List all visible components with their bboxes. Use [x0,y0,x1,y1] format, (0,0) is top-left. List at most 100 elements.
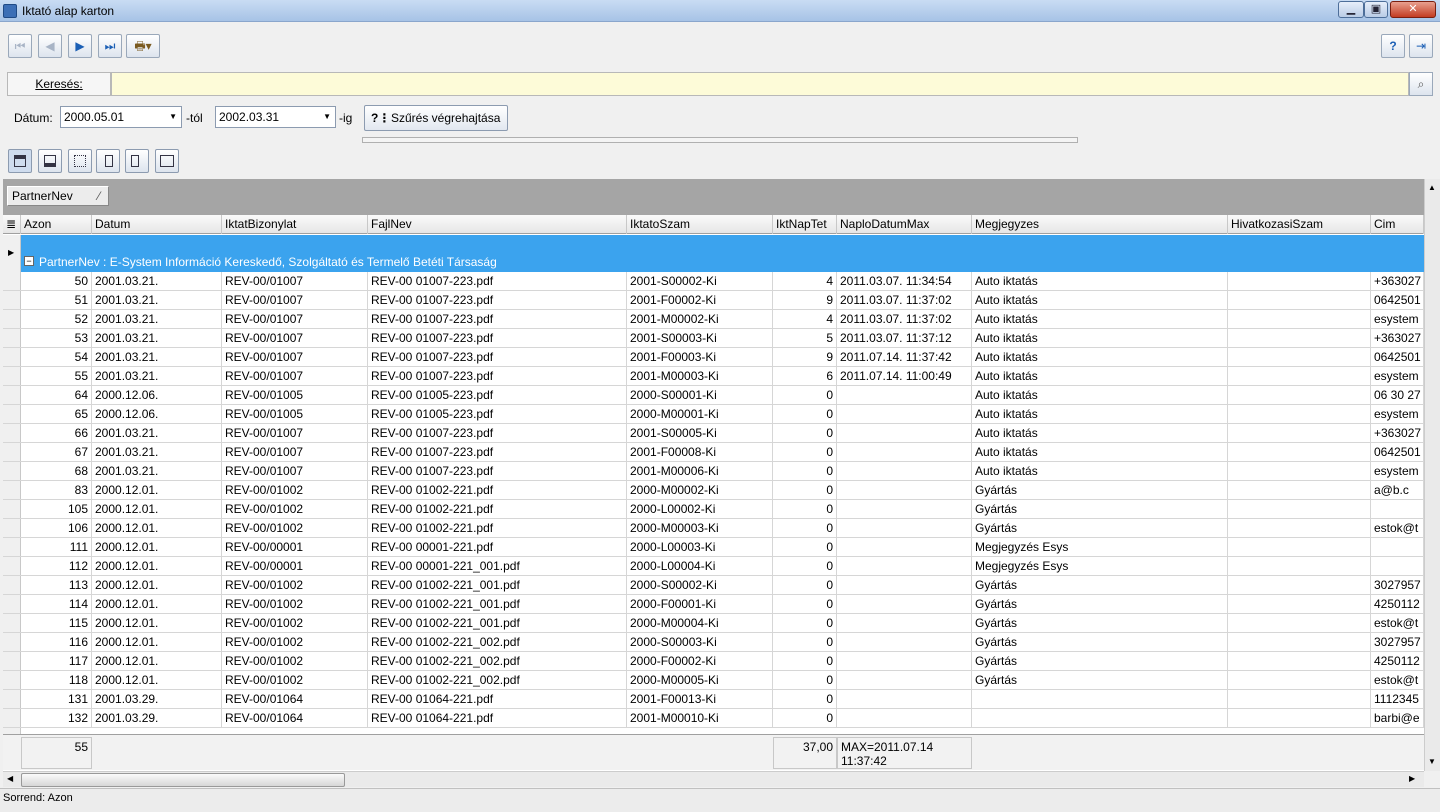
date-from-select[interactable]: 2000.05.01 ▼ [60,106,182,128]
cell-megjegyzes: Gyártás [972,519,1228,538]
cell-azon: 54 [21,348,92,367]
table-row[interactable]: 132 2001.03.29. REV-00/01064 REV-00 01064-2… [3,709,1424,728]
scroll-down-icon[interactable]: ▼ [1428,757,1436,766]
help-button[interactable]: ? [1381,34,1405,58]
cell-iktatoszam: 2000-M00005-Ki [627,671,773,690]
minimize-button[interactable]: ▁ [1338,1,1364,18]
table-row[interactable]: 64 2000.12.06. REV-00/01005 REV-00 01005-22… [3,386,1424,405]
apply-filter-button[interactable]: ?⋮ Szűrés végrehajtása [364,105,508,131]
table-row[interactable]: 65 2000.12.06. REV-00/01005 REV-00 01005-22… [3,405,1424,424]
column-options-icon[interactable]: ≣ [3,215,21,234]
exit-button[interactable]: ⇥ [1409,34,1433,58]
table-row[interactable]: 66 2001.03.21. REV-00/01007 REV-00 01007-22… [3,424,1424,443]
cell-iktnaptet: 4 [773,310,837,329]
column-header-fajlnev[interactable]: FajlNev [368,215,627,234]
table-row[interactable]: 54 2001.03.21. REV-00/01007 REV-00 01007-22… [3,348,1424,367]
column-header-iktatoszam[interactable]: IktatoSzam [627,215,773,234]
cell-datum: 2000.12.01. [92,633,222,652]
table-row[interactable]: 50 2001.03.21. REV-00/01007 REV-00 01007-22… [3,272,1424,291]
group-panel-toggle-button[interactable] [8,149,32,173]
maximize-button[interactable]: ▣ [1364,1,1388,18]
cell-fajlnev: REV-00 01007-223.pdf [368,424,627,443]
cell-iktatbizonylat: REV-00/01007 [222,367,368,386]
column-chooser-button[interactable] [155,149,179,173]
column-header-iktatbizonylat[interactable]: IktatBizonylat [222,215,368,234]
table-row[interactable]: 106 2000.12.01. REV-00/01002 REV-00 01002-2… [3,519,1424,538]
expand-groups-button[interactable] [125,149,149,173]
table-row[interactable]: 131 2001.03.29. REV-00/01064 REV-00 01064-2… [3,690,1424,709]
cell-hivatkozasiszam [1228,481,1371,500]
table-row[interactable]: 83 2000.12.01. REV-00/01002 REV-00 01002-22… [3,481,1424,500]
search-input[interactable] [111,72,1409,96]
cell-datum: 2001.03.21. [92,367,222,386]
scroll-up-icon[interactable]: ▲ [1428,183,1436,192]
cell-iktnaptet: 0 [773,405,837,424]
column-header-hivatkozasiszam[interactable]: HivatkozasiSzam [1228,215,1371,234]
table-row[interactable]: 112 2000.12.01. REV-00/00001 REV-00 00001-2… [3,557,1424,576]
column-header-naplodatummax[interactable]: NaploDatumMax [837,215,972,234]
table-row[interactable]: 111 2000.12.01. REV-00/00001 REV-00 00001-2… [3,538,1424,557]
cell-iktnaptet: 0 [773,519,837,538]
grid-lines-button[interactable] [68,149,92,173]
cell-naplodatummax [837,709,972,728]
table-row[interactable]: 51 2001.03.21. REV-00/01007 REV-00 01007-22… [3,291,1424,310]
column-header-megjegyzes[interactable]: Megjegyzes [972,215,1228,234]
cell-megjegyzes: Auto iktatás [972,367,1228,386]
search-button[interactable]: ⌕ [1409,72,1433,96]
group-row[interactable]: − PartnerNev : E-System Információ Keres… [21,235,1424,272]
last-record-button[interactable]: ⏭ [98,34,122,58]
panel-splitter[interactable] [362,137,1078,143]
footer-sum: 37,00 [773,737,837,769]
column-header-iktnaptet[interactable]: IktNapTet [773,215,837,234]
column-header-cim[interactable]: Cim [1371,215,1424,234]
cell-cim [1371,500,1424,519]
cell-megjegyzes: Auto iktatás [972,424,1228,443]
table-row[interactable]: 115 2000.12.01. REV-00/01002 REV-00 01002-2… [3,614,1424,633]
cell-iktatbizonylat: REV-00/01002 [222,633,368,652]
group-chip-partnernev[interactable]: PartnerNev ⁄ [7,186,109,206]
next-record-button[interactable]: ▶ [68,34,92,58]
scroll-right-icon[interactable]: ▶ [1409,774,1415,783]
table-row[interactable]: 117 2000.12.01. REV-00/01002 REV-00 01002-2… [3,652,1424,671]
cell-naplodatummax [837,386,972,405]
table-row[interactable]: 55 2001.03.21. REV-00/01007 REV-00 01007-22… [3,367,1424,386]
cell-datum: 2001.03.21. [92,272,222,291]
cell-megjegyzes: Auto iktatás [972,462,1228,481]
table-row[interactable]: 105 2000.12.01. REV-00/01002 REV-00 01002-2… [3,500,1424,519]
cell-iktatoszam: 2000-M00003-Ki [627,519,773,538]
vertical-scrollbar[interactable]: ▲ ▼ [1424,179,1440,771]
footer-toggle-button[interactable] [38,149,62,173]
table-row[interactable]: 67 2001.03.21. REV-00/01007 REV-00 01007-22… [3,443,1424,462]
table-row[interactable]: 113 2000.12.01. REV-00/01002 REV-00 01002-2… [3,576,1424,595]
close-button[interactable]: ✕ [1390,1,1436,18]
cell-megjegyzes: Auto iktatás [972,443,1228,462]
cell-azon: 52 [21,310,92,329]
collapse-groups-button[interactable] [96,149,120,173]
table-row[interactable]: 114 2000.12.01. REV-00/01002 REV-00 01002-2… [3,595,1424,614]
horizontal-scroll-thumb[interactable] [21,773,345,787]
table-row[interactable]: 116 2000.12.01. REV-00/01002 REV-00 01002-2… [3,633,1424,652]
cell-cim: esystem [1371,462,1424,481]
table-row[interactable]: 53 2001.03.21. REV-00/01007 REV-00 01007-22… [3,329,1424,348]
cell-iktatbizonylat: REV-00/01007 [222,329,368,348]
column-header-datum[interactable]: Datum [92,215,222,234]
previous-record-button[interactable]: ◀ [38,34,62,58]
scroll-left-icon[interactable]: ◀ [7,774,13,783]
collapse-group-icon[interactable]: − [24,256,34,266]
cell-iktatbizonylat: REV-00/01002 [222,576,368,595]
cell-cim: esystem [1371,310,1424,329]
cell-iktatbizonylat: REV-00/00001 [222,557,368,576]
cell-iktatbizonylat: REV-00/01002 [222,500,368,519]
cell-cim: a@b.c [1371,481,1424,500]
cell-fajlnev: REV-00 01007-223.pdf [368,443,627,462]
cell-azon: 51 [21,291,92,310]
cell-naplodatummax: 2011.07.14. 11:00:49 [837,367,972,386]
print-menu-button[interactable]: 🖶▾ [126,34,160,58]
table-row[interactable]: 52 2001.03.21. REV-00/01007 REV-00 01007-22… [3,310,1424,329]
first-record-button[interactable]: ⏮ [8,34,32,58]
table-row[interactable]: 118 2000.12.01. REV-00/01002 REV-00 01002-2… [3,671,1424,690]
date-to-select[interactable]: 2002.03.31 ▼ [215,106,336,128]
table-row[interactable]: 68 2001.03.21. REV-00/01007 REV-00 01007-22… [3,462,1424,481]
column-header-azon[interactable]: Azon [21,215,92,234]
horizontal-scrollbar[interactable]: ◀ ▶ [3,771,1424,787]
